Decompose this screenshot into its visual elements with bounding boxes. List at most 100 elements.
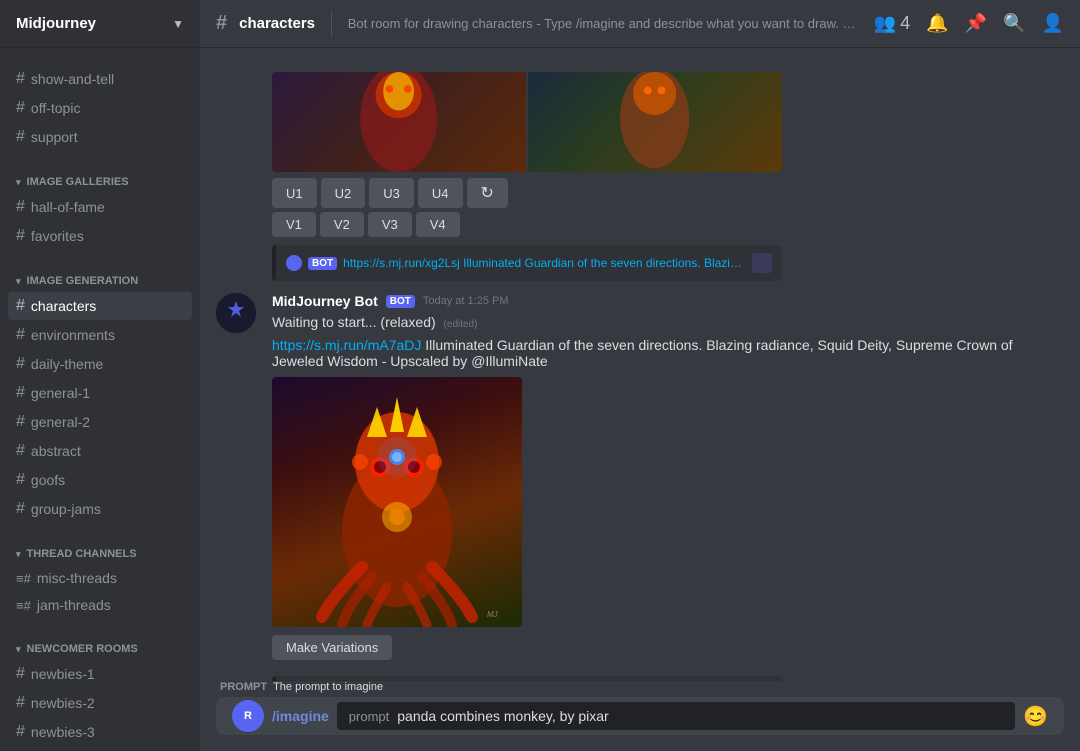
hash-icon: # — [16, 355, 25, 373]
hash-icon: # — [16, 297, 25, 315]
channel-label: goofs — [31, 472, 65, 488]
server-name: Midjourney — [16, 15, 96, 32]
top-channels-section: # show-and-tell # off-topic # support — [0, 48, 200, 156]
channel-label: environments — [31, 327, 115, 343]
v2-button-top[interactable]: V2 — [320, 212, 364, 237]
caret-icon: ▾ — [16, 549, 21, 560]
channel-name: characters — [239, 15, 315, 32]
channel-newbies-2[interactable]: # newbies-2 — [8, 689, 192, 717]
u3-button-top[interactable]: U3 — [369, 178, 414, 208]
header-divider — [331, 12, 332, 36]
search-icon[interactable]: 🔍 — [1003, 13, 1025, 34]
notification-icon[interactable]: 🔔 — [926, 13, 948, 34]
refresh-button-top[interactable]: ↻ — [467, 178, 508, 208]
channel-label: newbies-1 — [31, 666, 95, 682]
hash-icon: # — [16, 442, 25, 460]
pin-icon[interactable]: 📌 — [965, 13, 987, 34]
embed-line-2: BOT https://s.mj.run/qOgwYG Illuminated … — [200, 672, 1080, 681]
v4-button-top[interactable]: V4 — [416, 212, 460, 237]
upscale-btn-row-top: U1 U2 U3 U4 ↻ — [272, 178, 1064, 208]
member-count-value: 4 — [900, 13, 910, 34]
image-galleries-label[interactable]: ▾ IMAGE GALLERIES — [8, 172, 192, 192]
hash-icon: # — [16, 128, 25, 146]
embed-image-thumb — [752, 253, 772, 273]
channel-goofs[interactable]: # goofs — [8, 466, 192, 494]
embed-url-line1: https://s.mj.run/xg2Lsj Illuminated Guar… — [343, 256, 746, 270]
thread-channels-label[interactable]: ▾ THREAD CHANNELS — [8, 544, 192, 564]
embed-bot-badge: BOT — [308, 257, 337, 270]
message-text-1: Waiting to start... (relaxed) (edited) — [272, 313, 1064, 333]
svg-text:MJ: MJ — [487, 610, 499, 619]
emoji-button[interactable]: 😊 — [1023, 704, 1048, 729]
channel-label: general-2 — [31, 414, 90, 430]
make-variations-button[interactable]: Make Variations — [272, 635, 392, 660]
channel-label: newbies-3 — [31, 724, 95, 740]
channel-show-and-tell[interactable]: # show-and-tell — [8, 65, 192, 93]
image-generation-label[interactable]: ▾ IMAGE GENERATION — [8, 271, 192, 291]
prompt-input-text[interactable]: panda combines monkey, by pixar — [397, 708, 608, 724]
channel-newbies-3[interactable]: # newbies-3 — [8, 718, 192, 746]
u4-button-top[interactable]: U4 — [418, 178, 463, 208]
image-generation-section: ▾ IMAGE GENERATION # characters # enviro… — [0, 255, 200, 528]
channel-characters[interactable]: # characters — [8, 292, 192, 320]
message-content-1: MidJourney Bot BOT Today at 1:25 PM Wait… — [272, 293, 1064, 660]
hash-icon: # — [16, 413, 25, 431]
u2-button-top[interactable]: U2 — [321, 178, 366, 208]
channel-jam-threads[interactable]: ≡# jam-threads — [8, 592, 192, 618]
channel-support[interactable]: # support — [8, 123, 192, 151]
embed-bot-icon — [286, 255, 302, 271]
variation-btn-row-top: V1 V2 V3 V4 — [272, 212, 1064, 237]
channel-off-topic[interactable]: # off-topic — [8, 94, 192, 122]
message-header-1: MidJourney Bot BOT Today at 1:25 PM — [272, 293, 1064, 309]
channel-label: hall-of-fame — [31, 199, 105, 215]
bot-avatar-1 — [216, 293, 256, 333]
channel-environments[interactable]: # environments — [8, 321, 192, 349]
message-link-1[interactable]: https://s.mj.run/mA7aDJ — [272, 337, 421, 353]
squid-img-top-right — [528, 72, 782, 172]
channel-favorites[interactable]: # favorites — [8, 222, 192, 250]
hash-icon: # — [16, 99, 25, 117]
channel-header: # characters Bot room for drawing charac… — [200, 0, 1080, 48]
message-time-1: Today at 1:25 PM — [423, 295, 509, 307]
channel-label: show-and-tell — [31, 71, 114, 87]
channel-hall-of-fame[interactable]: # hall-of-fame — [8, 193, 192, 221]
channel-general-1[interactable]: # general-1 — [8, 379, 192, 407]
hash-icon: # — [16, 500, 25, 518]
input-prompt-wrapper[interactable]: prompt panda combines monkey, by pixar — [337, 702, 1015, 730]
sidebar: Midjourney ▼ # show-and-tell # off-topic… — [0, 0, 200, 751]
v3-button-top[interactable]: V3 — [368, 212, 412, 237]
channel-abstract[interactable]: # abstract — [8, 437, 192, 465]
bot-badge-1: BOT — [386, 295, 415, 308]
message-link-block: https://s.mj.run/mA7aDJ Illuminated Guar… — [272, 337, 1064, 369]
channel-general-2[interactable]: # general-2 — [8, 408, 192, 436]
slash-command: /imagine — [272, 697, 329, 735]
channel-label: favorites — [31, 228, 84, 244]
channel-group-jams[interactable]: # group-jams — [8, 495, 192, 523]
thread-hash-icon: ≡# — [16, 598, 31, 613]
channel-label: general-1 — [31, 385, 90, 401]
prompt-hint: prompt The prompt to imagine — [216, 681, 1064, 697]
message-input-box[interactable]: R /imagine prompt panda combines monkey,… — [216, 697, 1064, 735]
members-panel-icon[interactable]: 👤 — [1042, 13, 1064, 34]
messages-area: U1 U2 U3 U4 ↻ V1 V2 V3 V4 — [200, 48, 1080, 681]
hash-icon: # — [16, 471, 25, 489]
caret-icon: ▾ — [16, 177, 21, 188]
channel-newbies-1[interactable]: # newbies-1 — [8, 660, 192, 688]
channel-label: off-topic — [31, 100, 81, 116]
channel-misc-threads[interactable]: ≡# misc-threads — [8, 565, 192, 591]
newcomer-rooms-label[interactable]: ▾ NEWCOMER ROOMS — [8, 639, 192, 659]
hash-icon: # — [16, 326, 25, 344]
channel-daily-theme[interactable]: # daily-theme — [8, 350, 192, 378]
hash-icon: # — [16, 723, 25, 741]
caret-icon: ▾ — [16, 644, 21, 655]
newcomer-rooms-section: ▾ NEWCOMER ROOMS # newbies-1 # newbies-2… — [0, 623, 200, 751]
squid-creature-svg: MJ — [272, 377, 522, 627]
upscaled-image: MJ — [272, 377, 522, 627]
input-area: prompt The prompt to imagine R /imagine … — [200, 681, 1080, 751]
v1-button-top[interactable]: V1 — [272, 212, 316, 237]
server-header[interactable]: Midjourney ▼ — [0, 0, 200, 48]
channel-label: abstract — [31, 443, 81, 459]
u1-button-top[interactable]: U1 — [272, 178, 317, 208]
hash-icon: # — [16, 70, 25, 88]
caret-icon: ▾ — [16, 276, 21, 287]
